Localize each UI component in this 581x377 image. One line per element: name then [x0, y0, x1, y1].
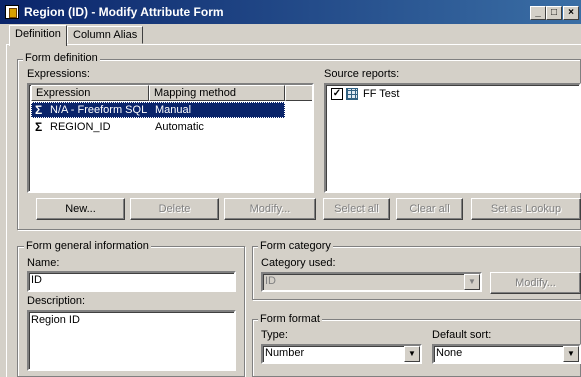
set-as-lookup-label: Set as Lookup: [490, 203, 562, 215]
name-field[interactable]: ID: [27, 271, 236, 292]
new-button[interactable]: New...: [36, 198, 125, 220]
name-label: Name:: [27, 257, 60, 269]
close-button[interactable]: ×: [563, 6, 579, 20]
minimize-button[interactable]: _: [530, 6, 546, 20]
list-item[interactable]: Σ N/A - Freeform SQL Manual: [31, 102, 285, 118]
category-dropdown[interactable]: ID ▼: [261, 272, 482, 292]
general-info-title: Form general information: [24, 240, 151, 252]
modify-expression-button[interactable]: Modify...: [224, 198, 316, 220]
default-sort-label: Default sort:: [432, 329, 492, 341]
category-used-label: Category used:: [261, 257, 336, 269]
expression-cell: REGION_ID: [50, 121, 111, 133]
list-item[interactable]: Σ REGION_ID Automatic: [31, 119, 285, 135]
chevron-down-icon[interactable]: ▼: [563, 346, 579, 362]
expressions-label: Expressions:: [27, 68, 90, 80]
window-title: Region (ID) - Modify Attribute Form: [24, 5, 224, 19]
modify-button-label: Modify...: [249, 203, 291, 215]
app-icon: [5, 5, 19, 19]
new-button-label: New...: [65, 203, 96, 215]
report-checkbox[interactable]: ✓: [331, 88, 343, 100]
chevron-down-icon[interactable]: ▼: [464, 274, 480, 290]
type-dropdown[interactable]: Number ▼: [261, 344, 422, 364]
category-value: ID: [265, 275, 276, 287]
expression-cell: N/A - Freeform SQL: [50, 104, 148, 116]
grid-report-icon: [346, 88, 358, 100]
sort-value: None: [436, 347, 463, 359]
tab-definition[interactable]: Definition: [9, 25, 67, 46]
title-bar[interactable]: Region (ID) - Modify Attribute Form _ □ …: [0, 0, 581, 24]
delete-button[interactable]: Delete: [130, 198, 219, 220]
column-header-filler: [285, 85, 312, 101]
description-field[interactable]: Region ID: [27, 310, 236, 371]
mapping-cell: Manual: [155, 104, 192, 116]
form-category-title: Form category: [258, 240, 333, 252]
description-label: Description:: [27, 295, 86, 307]
type-label: Type:: [261, 329, 288, 341]
select-all-button[interactable]: Select all: [323, 198, 390, 220]
form-format-title: Form format: [258, 313, 322, 325]
default-sort-dropdown[interactable]: None ▼: [432, 344, 581, 364]
type-value: Number: [265, 347, 305, 359]
tab-column-alias[interactable]: Column Alias: [67, 26, 144, 44]
maximize-button[interactable]: □: [546, 6, 562, 20]
sigma-icon: Σ: [35, 103, 43, 117]
expressions-list[interactable]: Expression Mapping method Σ N/A - Freefo…: [27, 83, 314, 193]
clear-all-label: Clear all: [409, 203, 450, 215]
source-reports-list[interactable]: ✓ FF Test: [324, 83, 581, 193]
column-header-mapping-method[interactable]: Mapping method: [149, 85, 285, 101]
modify-category-button[interactable]: Modify...: [490, 272, 581, 294]
delete-button-label: Delete: [158, 203, 191, 215]
source-reports-label: Source reports:: [324, 68, 400, 80]
mapping-cell: Automatic: [155, 121, 204, 133]
set-as-lookup-button[interactable]: Set as Lookup: [471, 198, 581, 220]
chevron-down-icon[interactable]: ▼: [404, 346, 420, 362]
report-name: FF Test: [363, 88, 400, 100]
select-all-label: Select all: [334, 203, 379, 215]
modify-category-label: Modify...: [515, 277, 556, 289]
clear-all-button[interactable]: Clear all: [396, 198, 463, 220]
sigma-icon: Σ: [35, 120, 43, 134]
column-header-expression[interactable]: Expression: [31, 85, 149, 101]
form-definition-title: Form definition: [23, 52, 100, 64]
